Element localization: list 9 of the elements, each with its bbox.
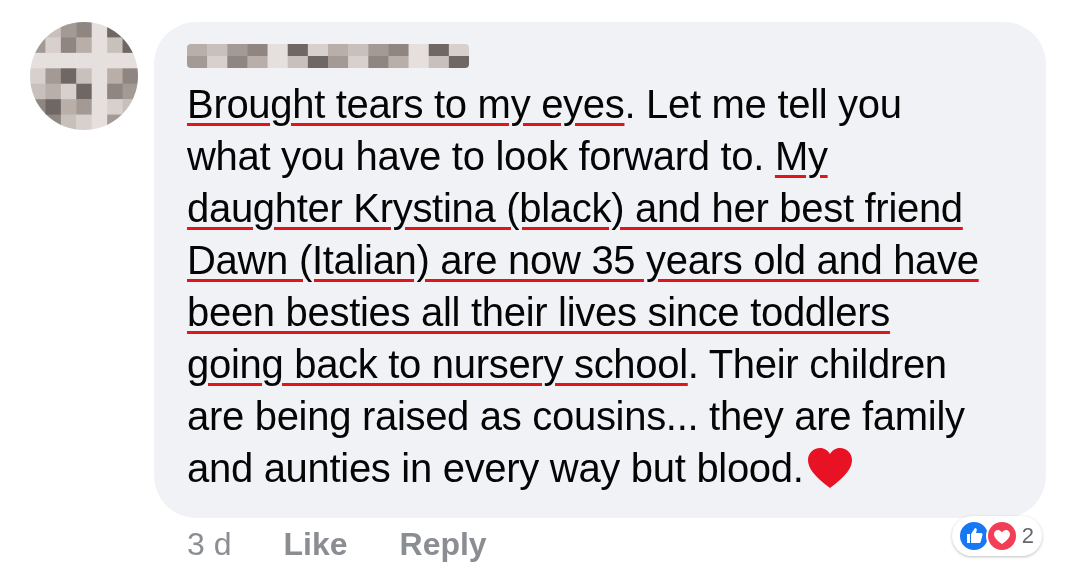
like-link[interactable]: Like	[283, 526, 348, 563]
heart-reaction-icon	[985, 520, 1018, 552]
comment-time: 3 d	[187, 526, 232, 563]
reaction-count: 2	[1020, 523, 1035, 549]
reactions-badge[interactable]: 2	[951, 516, 1042, 556]
reply-link[interactable]: Reply	[399, 526, 487, 563]
like-icon	[957, 520, 990, 552]
heart-icon	[805, 446, 854, 490]
comment-text: Brought tears to my eyes. Let me tell you what you have to look forward to. My daughter Krystina (black) and her best friend Dawn (Italian) are now 35 years old and have been besties all their lives since toddlers going back to nursery school. Their children are being raised as cousins... they are family and aunties in every way but blood.	[187, 81, 980, 492]
